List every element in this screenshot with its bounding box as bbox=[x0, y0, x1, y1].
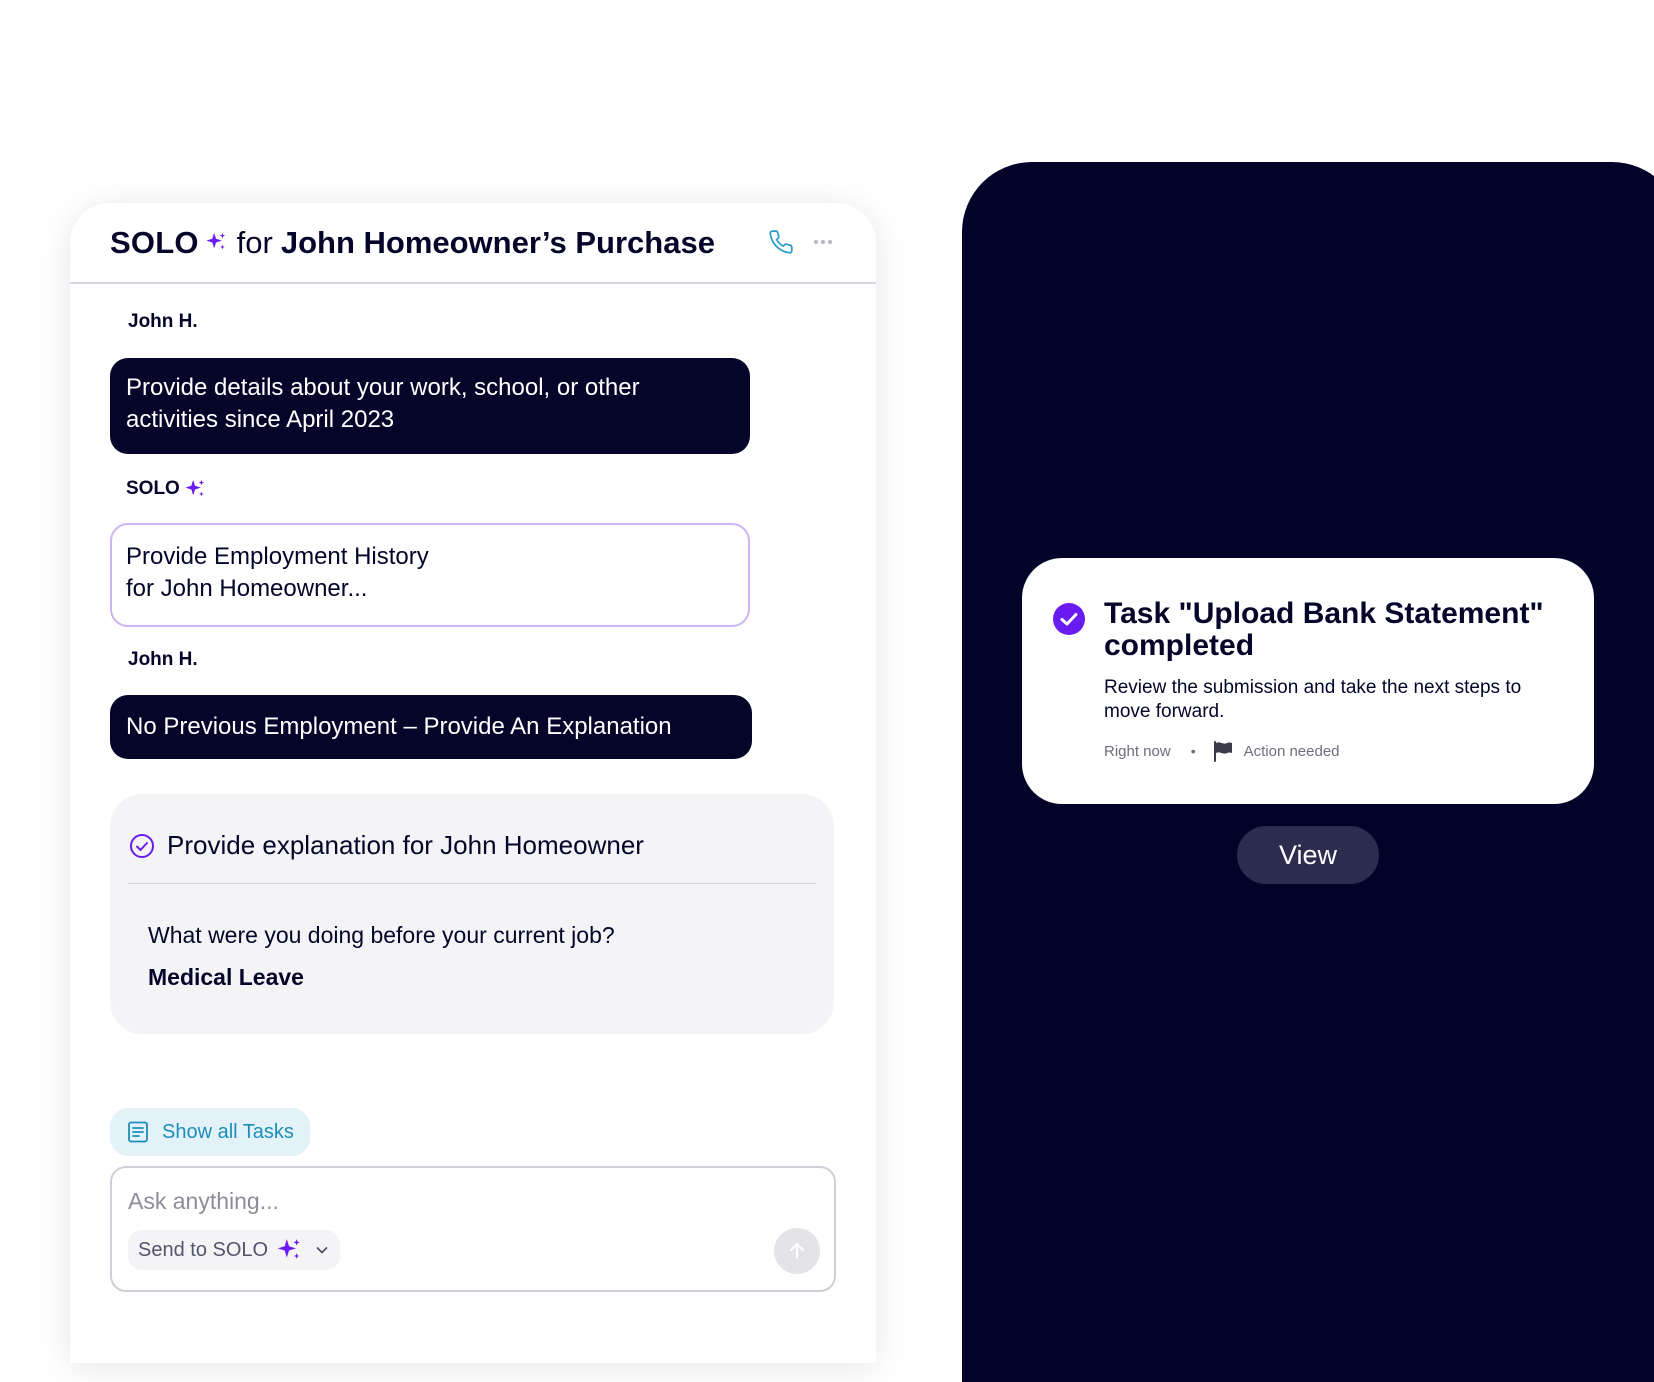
task-title: Provide explanation for John Homeowner bbox=[167, 830, 644, 860]
sparkle-icon bbox=[205, 225, 227, 261]
notification-body: Review the submission and take the next … bbox=[1104, 677, 1522, 722]
phone-screen: Task "Upload Bank Statement" completed R… bbox=[962, 162, 1654, 1382]
message-bubble-user: No Previous Employment – Provide An Expl… bbox=[110, 695, 752, 759]
task-answer: Medical Leave bbox=[148, 964, 304, 990]
phone-icon[interactable] bbox=[768, 229, 794, 255]
message-text-line1: Provide Employment History bbox=[126, 543, 429, 570]
sparkle-icon bbox=[276, 1237, 302, 1263]
title-subject: John Homeowner’s Purchase bbox=[280, 225, 715, 260]
message-sender-solo: SOLO bbox=[126, 478, 206, 500]
message-sender: John H. bbox=[128, 311, 198, 332]
header-actions bbox=[768, 229, 834, 255]
send-button[interactable] bbox=[774, 1228, 820, 1274]
show-all-tasks-button[interactable]: Show all Tasks bbox=[110, 1108, 310, 1156]
flag-icon bbox=[1212, 740, 1234, 762]
meta-separator: • bbox=[1190, 743, 1196, 759]
check-circle-filled-icon bbox=[1052, 602, 1086, 641]
notification-time: Right now bbox=[1104, 742, 1171, 760]
solo-sender-label: SOLO bbox=[126, 478, 180, 499]
title-connector: for bbox=[236, 225, 273, 260]
divider bbox=[128, 883, 816, 884]
message-text-line2: for John Homeowner... bbox=[126, 575, 368, 602]
message-text: No Previous Employment – Provide An Expl… bbox=[126, 713, 672, 740]
message-text: Provide details about your work, school,… bbox=[126, 374, 640, 433]
message-composer: Send to SOLO bbox=[110, 1166, 836, 1292]
sparkle-icon bbox=[184, 478, 206, 500]
notification-status: Action needed bbox=[1243, 742, 1340, 760]
view-button[interactable]: View bbox=[1237, 826, 1379, 884]
show-all-tasks-label: Show all Tasks bbox=[162, 1120, 294, 1143]
task-header: Provide explanation for John Homeowner bbox=[129, 830, 644, 861]
notification-title: Task "Upload Bank Statement" completed bbox=[1104, 597, 1544, 662]
more-horizontal-icon[interactable] bbox=[812, 238, 834, 246]
ask-input[interactable] bbox=[128, 1184, 688, 1218]
send-to-label: Send to SOLO bbox=[138, 1238, 269, 1261]
send-to-dropdown[interactable]: Send to SOLO bbox=[128, 1230, 341, 1270]
message-sender: John H. bbox=[128, 649, 198, 670]
message-bubble-user: Provide details about your work, school,… bbox=[110, 358, 750, 454]
document-list-icon bbox=[126, 1120, 150, 1144]
task-card: Provide explanation for John Homeowner W… bbox=[110, 794, 834, 1034]
check-circle-icon bbox=[129, 833, 155, 859]
message-bubble-solo: Provide Employment History for John Home… bbox=[110, 523, 750, 627]
notification-card[interactable]: Task "Upload Bank Statement" completed R… bbox=[1022, 558, 1594, 804]
chat-title: SOLO for John Homeowner’s Purchase bbox=[110, 225, 715, 261]
view-button-label: View bbox=[1278, 839, 1338, 870]
arrow-up-icon bbox=[786, 1240, 808, 1262]
notification-meta: Right now • Action needed bbox=[1104, 740, 1340, 762]
brand-name: SOLO bbox=[110, 225, 199, 260]
task-question: What were you doing before your current … bbox=[148, 922, 615, 948]
chat-panel: SOLO for John Homeowner’s Purchase John … bbox=[70, 203, 876, 1363]
chevron-down-icon bbox=[314, 1242, 330, 1258]
chat-header: SOLO for John Homeowner’s Purchase bbox=[70, 203, 876, 284]
